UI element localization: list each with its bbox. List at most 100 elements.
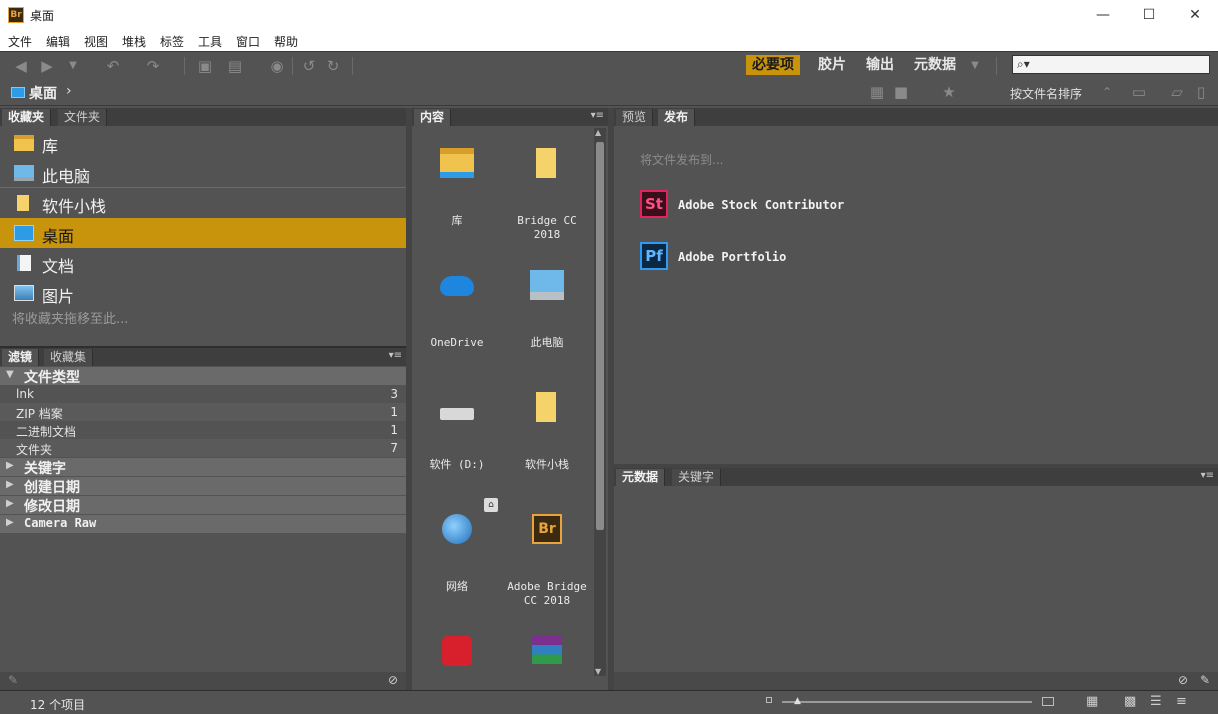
- sort-ascending-icon[interactable]: ⌃: [1098, 83, 1116, 101]
- pin-icon[interactable]: ✎: [8, 673, 18, 687]
- view-list-icon[interactable]: ≡: [1176, 694, 1187, 709]
- tab-keywords[interactable]: 关键字: [672, 469, 722, 486]
- view-thumbnails-icon[interactable]: ▩: [1124, 694, 1136, 709]
- favorite-this-pc[interactable]: 此电脑: [0, 158, 406, 188]
- grid-lock-icon[interactable]: ▦: [1086, 694, 1098, 709]
- star-filter-icon[interactable]: ★: [940, 83, 958, 101]
- archive-icon: [532, 636, 562, 664]
- content-item-bridge-folder[interactable]: Bridge CC 2018: [502, 128, 592, 250]
- filter-section-keywords[interactable]: ▶ 关键字: [0, 458, 406, 477]
- content-item-name: Bridge CC 2018: [517, 214, 577, 241]
- tab-favorites[interactable]: 收藏夹: [2, 109, 52, 126]
- menu-label[interactable]: 标签: [160, 33, 184, 50]
- publish-adobe-portfolio[interactable]: Pf Adobe Portfolio: [640, 242, 900, 272]
- open-camera-raw-icon[interactable]: ◉: [268, 57, 286, 75]
- menu-edit[interactable]: 编辑: [46, 33, 70, 50]
- quality-icon[interactable]: ▦: [868, 83, 886, 101]
- favorite-desktop[interactable]: 桌面: [0, 218, 406, 248]
- favorite-software-stack[interactable]: 软件小栈: [0, 188, 406, 218]
- filter-section-modified[interactable]: ▶ 修改日期: [0, 496, 406, 515]
- workspace-output[interactable]: 输出: [860, 55, 900, 75]
- metadata-edit-icon[interactable]: ✎: [1200, 673, 1210, 687]
- tab-folders[interactable]: 文件夹: [58, 109, 108, 126]
- view-details-icon[interactable]: ☰: [1150, 694, 1162, 709]
- content-item-network[interactable]: ⌂ 网络: [412, 494, 502, 616]
- menu-stack[interactable]: 堆栈: [122, 33, 146, 50]
- panel-menu-icon[interactable]: ▾≡: [389, 350, 402, 361]
- rotate-left-icon[interactable]: ↺: [300, 57, 318, 75]
- thumbnail-small-icon[interactable]: [766, 697, 772, 703]
- picture-icon: [14, 285, 34, 301]
- filter-item-lnk[interactable]: lnk 3: [0, 385, 406, 403]
- workspace-essentials[interactable]: 必要项: [746, 55, 800, 75]
- slider-handle-icon[interactable]: ▲: [794, 696, 801, 706]
- sort-by-filename-dropdown[interactable]: 按文件名排序: [1010, 85, 1082, 102]
- filter-section-file-type[interactable]: ▼ 文件类型: [0, 367, 406, 386]
- tab-collections[interactable]: 收藏集: [44, 349, 94, 366]
- close-button[interactable]: ✕: [1172, 0, 1218, 30]
- new-folder-icon[interactable]: ▱: [1168, 83, 1186, 101]
- favorites-drop-hint: 将收藏夹拖移至此...: [12, 312, 129, 327]
- filter-item-folder[interactable]: 文件夹 7: [0, 439, 406, 457]
- title-bar: Br 桌面 — ☐ ✕: [0, 0, 1218, 30]
- thumbnail-quality-icon[interactable]: ■: [892, 83, 910, 101]
- scroll-up-icon[interactable]: ▲: [595, 128, 601, 137]
- refine-icon[interactable]: ▤: [226, 57, 244, 75]
- camera-icon[interactable]: ▣: [196, 57, 214, 75]
- minimize-button[interactable]: —: [1080, 0, 1126, 30]
- desktop-icon: [11, 87, 25, 98]
- maximize-button[interactable]: ☐: [1126, 0, 1172, 30]
- no-entry-icon[interactable]: ⊘: [1178, 673, 1188, 687]
- rotate-right-icon[interactable]: ↻: [324, 57, 342, 75]
- menu-file[interactable]: 文件: [8, 33, 32, 50]
- tab-filter[interactable]: 滤镜: [2, 349, 40, 366]
- menu-tools[interactable]: 工具: [198, 33, 222, 50]
- filter-section-created[interactable]: ▶ 创建日期: [0, 477, 406, 496]
- clear-filter-icon[interactable]: ⊘: [388, 673, 398, 687]
- menu-help[interactable]: 帮助: [274, 33, 298, 50]
- thumbnail-large-icon[interactable]: [1042, 697, 1054, 706]
- panel-menu-icon[interactable]: ▾≡: [1201, 470, 1214, 481]
- tab-preview[interactable]: 预览: [616, 109, 654, 126]
- workspace-metadata[interactable]: 元数据: [908, 55, 962, 75]
- favorite-documents[interactable]: 文档: [0, 248, 406, 278]
- menu-window[interactable]: 窗口: [236, 33, 260, 50]
- cloud-icon: [440, 276, 474, 296]
- delete-icon[interactable]: ▯: [1192, 83, 1210, 101]
- content-item-software-stack[interactable]: 软件小栈: [502, 372, 592, 494]
- forward-icon[interactable]: ▶: [38, 57, 56, 75]
- scroll-thumb[interactable]: [596, 142, 604, 530]
- favorite-pictures[interactable]: 图片: [0, 278, 406, 308]
- scroll-down-icon[interactable]: ▼: [595, 667, 601, 676]
- open-recent-folder-icon[interactable]: ▭: [1130, 83, 1148, 101]
- workspace-filmstrip[interactable]: 胶片: [812, 55, 852, 75]
- filter-panel: 滤镜 收藏集 ▾≡ ▼ 文件类型 lnk 3 ZIP 档案 1 二进制文档 1 …: [0, 348, 406, 672]
- filter-item-binary[interactable]: 二进制文档 1: [0, 421, 406, 439]
- breadcrumb-chevron-icon[interactable]: ›: [66, 83, 72, 99]
- content-item-creative-cloud[interactable]: [412, 616, 502, 672]
- tab-publish[interactable]: 发布: [658, 109, 696, 126]
- breadcrumb-desktop[interactable]: 桌面: [29, 83, 57, 103]
- content-item-this-pc[interactable]: 此电脑: [502, 250, 592, 372]
- content-item-archive[interactable]: [502, 616, 592, 672]
- panel-menu-icon[interactable]: ▾≡: [591, 110, 604, 121]
- publish-adobe-stock[interactable]: St Adobe Stock Contributor: [640, 190, 900, 220]
- tab-content[interactable]: 内容: [414, 109, 452, 126]
- filter-item-zip[interactable]: ZIP 档案 1: [0, 403, 406, 421]
- back-icon[interactable]: ◀: [12, 57, 30, 75]
- workspace-dropdown-icon[interactable]: ▼: [966, 57, 984, 75]
- tab-metadata[interactable]: 元数据: [616, 469, 666, 486]
- content-scrollbar[interactable]: ▲ ▼: [594, 128, 606, 676]
- favorite-library[interactable]: 库: [0, 128, 406, 158]
- content-item-onedrive[interactable]: OneDrive: [412, 250, 502, 372]
- search-input[interactable]: ⌕▾: [1012, 55, 1210, 74]
- filter-section-camera-raw[interactable]: ▶ Camera Raw: [0, 515, 406, 533]
- history-dropdown-icon[interactable]: ▼: [64, 57, 82, 75]
- thumbnail-size-slider[interactable]: ▲: [782, 696, 1032, 706]
- reveal-recent-icon[interactable]: ↶: [104, 57, 122, 75]
- content-item-bridge-shortcut[interactable]: Br Adobe Bridge CC 2018: [502, 494, 592, 616]
- content-item-library[interactable]: 库: [412, 128, 502, 250]
- content-item-drive-d[interactable]: 软件 (D:): [412, 372, 502, 494]
- boomerang-icon[interactable]: ↷: [144, 57, 162, 75]
- menu-view[interactable]: 视图: [84, 33, 108, 50]
